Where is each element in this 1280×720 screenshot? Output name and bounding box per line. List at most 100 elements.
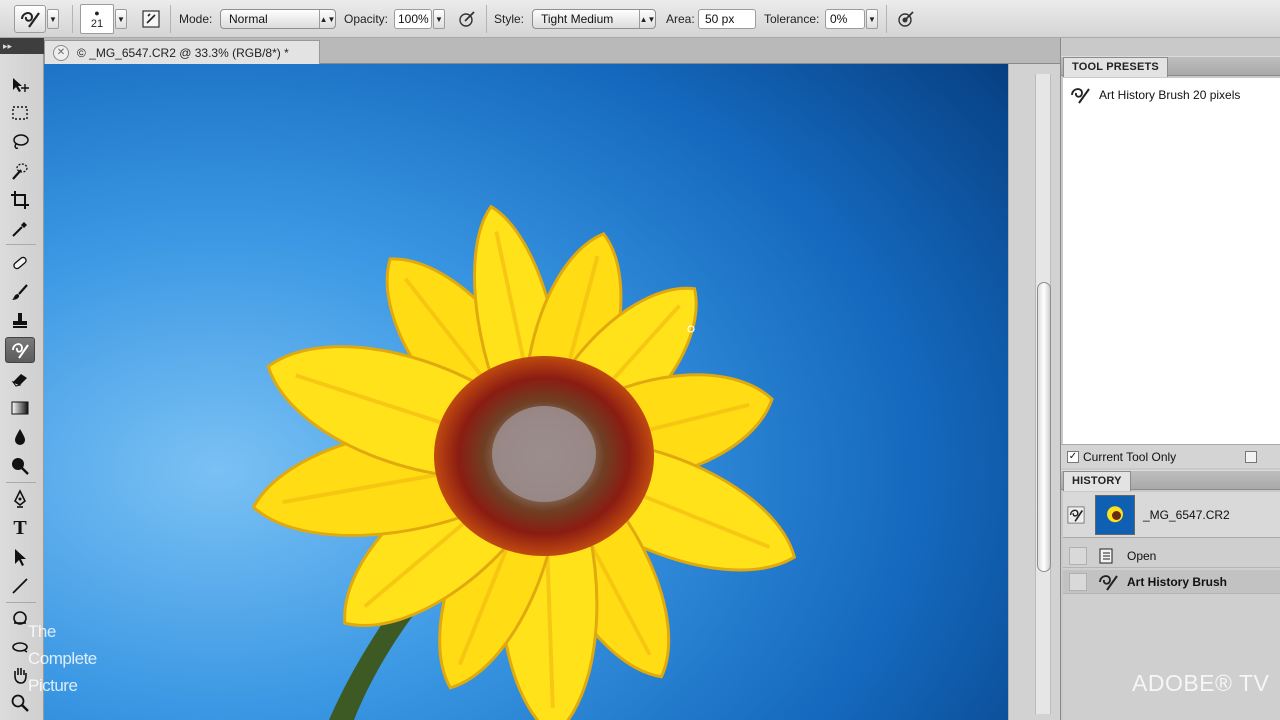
tolerance-input[interactable]: 0% <box>825 9 865 29</box>
separator <box>170 5 171 33</box>
vertical-scroll-thumb[interactable] <box>1037 282 1051 572</box>
brush-picker[interactable]: ● 21 ▼ <box>80 0 127 38</box>
3d-orbit-icon <box>12 642 28 653</box>
eyedropper-icon <box>12 222 27 237</box>
tool-presets-list: Art History Brush 20 pixels <box>1063 78 1280 446</box>
style-select[interactable]: Tight Medium ▲▼ <box>532 9 656 29</box>
pressure-size-button[interactable] <box>893 0 919 38</box>
current-tool-only-checkbox[interactable]: ✓ <box>1067 450 1079 463</box>
history-item[interactable]: Open <box>1063 544 1280 568</box>
history-source-box[interactable] <box>1069 572 1087 591</box>
move-tool[interactable] <box>5 72 35 98</box>
chevron-down-icon[interactable]: ▼ <box>866 9 878 29</box>
tool-presets-header: TOOL PRESETS <box>1061 56 1280 77</box>
chevron-down-icon[interactable]: ▼ <box>433 9 445 29</box>
clone-stamp-tool[interactable] <box>5 308 35 334</box>
gradient-icon <box>11 401 29 415</box>
tablet-pressure-icon <box>454 6 480 32</box>
eyedropper-tool[interactable] <box>5 216 35 242</box>
opacity-input[interactable]: 100% <box>394 9 432 29</box>
crop-icon <box>11 191 29 209</box>
drop-icon <box>15 429 25 445</box>
art-history-brush-icon <box>1097 572 1121 592</box>
photoshop-window: ▼ ● 21 ▼ Mode: Normal ▲▼ Opacity: 100% ▼ <box>0 0 1280 720</box>
tool-presets-tab[interactable]: TOOL PRESETS <box>1063 57 1168 77</box>
marquee-tool[interactable] <box>5 100 35 126</box>
document-tab-bar: ✕ © _MG_6547.CR2 @ 33.3% (RGB/8*) * <box>44 38 1060 64</box>
mode-select[interactable]: Normal ▲▼ <box>220 9 336 29</box>
snapshot-label: _MG_6547.CR2 <box>1143 507 1230 522</box>
rectangular-marquee-icon <box>12 106 28 120</box>
separator <box>486 5 487 33</box>
art-history-brush-tool[interactable] <box>5 337 35 363</box>
history-item-selected[interactable]: Art History Brush <box>1063 570 1280 594</box>
blur-tool[interactable] <box>5 424 35 450</box>
separator <box>6 482 36 483</box>
quick-selection-icon <box>12 163 28 180</box>
area-input[interactable]: 50 px <box>698 9 756 29</box>
dodge-tool[interactable] <box>5 453 35 479</box>
path-selection-tool[interactable] <box>5 544 35 570</box>
mode-value: Normal <box>229 12 268 26</box>
pen-tool[interactable] <box>5 486 35 512</box>
preset-item[interactable]: Art History Brush 20 pixels <box>1063 82 1280 108</box>
eraser-icon <box>11 374 27 387</box>
stamp-icon <box>13 313 27 328</box>
history-brush-source-icon[interactable] <box>1067 505 1089 524</box>
updown-arrows-icon: ▲▼ <box>319 10 335 28</box>
flower-center-core <box>492 406 596 502</box>
lasso-icon <box>13 134 29 149</box>
history-item-label: Art History Brush <box>1127 574 1228 589</box>
hand-icon <box>14 668 27 684</box>
type-tool[interactable]: T <box>5 515 35 541</box>
quick-selection-tool[interactable] <box>5 158 35 184</box>
mode-label: Mode: <box>179 12 213 26</box>
brush-tool[interactable] <box>5 279 35 305</box>
brush-panel-icon <box>138 6 164 32</box>
tolerance-label: Tolerance: <box>764 12 820 26</box>
history-source-box[interactable] <box>1069 546 1087 565</box>
new-preset-icon[interactable] <box>1245 451 1257 463</box>
document-canvas-area[interactable] <box>44 64 1008 720</box>
preset-item-label: Art History Brush 20 pixels <box>1099 88 1241 102</box>
pressure-opacity-button[interactable] <box>454 0 480 38</box>
art-history-brush-icon <box>12 343 29 359</box>
line-tool[interactable] <box>5 573 35 599</box>
tablet-pressure-icon <box>893 6 919 32</box>
document-icon <box>1097 547 1121 565</box>
options-bar: ▼ ● 21 ▼ Mode: Normal ▲▼ Opacity: 100% ▼ <box>0 0 1280 38</box>
history-snapshot[interactable]: _MG_6547.CR2 <box>1063 492 1280 538</box>
chevron-down-icon[interactable]: ▼ <box>47 9 59 29</box>
separator <box>72 5 73 33</box>
chevron-down-icon[interactable]: ▼ <box>115 9 127 29</box>
toggle-brush-panel-button[interactable] <box>138 0 164 38</box>
path-selection-icon <box>15 549 26 566</box>
double-chevron-icon: ▸▸ <box>3 41 13 51</box>
history-tab[interactable]: HISTORY <box>1063 471 1131 491</box>
opacity-label: Opacity: <box>344 12 389 26</box>
painted-sunflower-image[interactable] <box>44 64 1008 720</box>
tool-preset-picker[interactable]: ▼ <box>14 0 59 38</box>
eraser-tool[interactable] <box>5 366 35 392</box>
updown-arrows-icon: ▲▼ <box>639 10 655 28</box>
area-label: Area: <box>666 12 695 26</box>
healing-brush-tool[interactable] <box>5 250 35 276</box>
separator <box>6 602 36 603</box>
crop-tool[interactable] <box>5 187 35 213</box>
dodge-icon <box>12 458 29 475</box>
brush-icon <box>12 284 28 300</box>
document-tab[interactable]: ✕ © _MG_6547.CR2 @ 33.3% (RGB/8*) * <box>44 40 320 64</box>
line-icon <box>12 578 28 594</box>
watermark-line: The <box>28 622 56 641</box>
lasso-tool[interactable] <box>5 129 35 155</box>
gradient-tool[interactable] <box>5 395 35 421</box>
current-tool-only-label: Current Tool Only <box>1083 449 1177 464</box>
tool-presets-footer: ✓ Current Tool Only <box>1061 444 1280 468</box>
panel-collapse-strip[interactable]: ▸▸ <box>0 38 44 54</box>
art-history-brush-icon <box>1069 85 1095 105</box>
close-icon[interactable]: ✕ <box>53 44 69 61</box>
style-label: Style: <box>494 12 525 26</box>
canvas-margin <box>1008 64 1060 720</box>
adobe-tv-watermark: ADOBE® TV <box>1132 670 1270 696</box>
snapshot-thumbnail <box>1095 494 1135 535</box>
